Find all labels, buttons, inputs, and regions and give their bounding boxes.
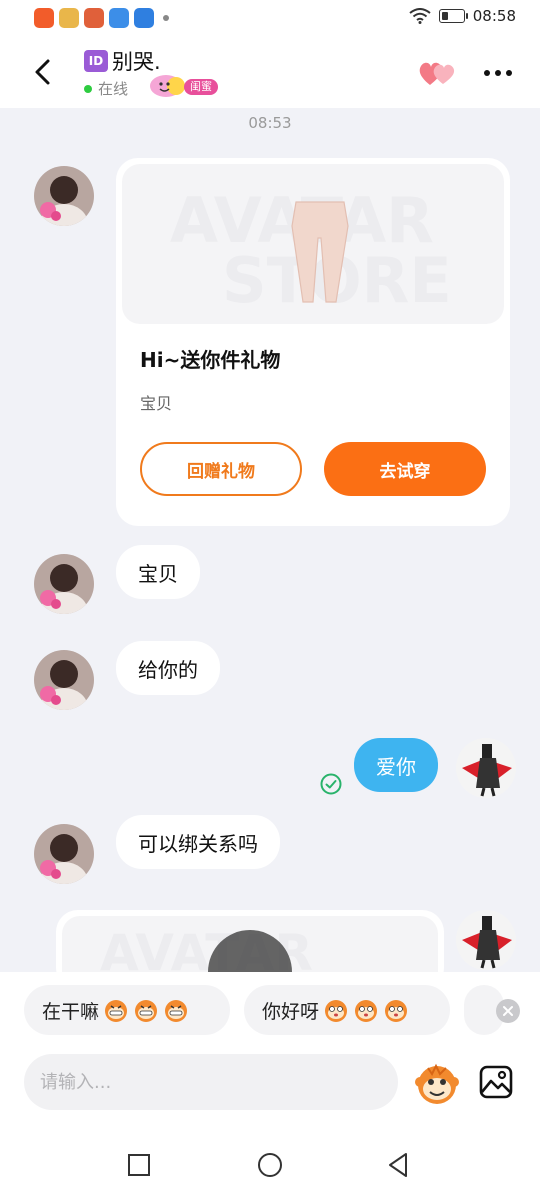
monkey-emoji-icon — [325, 1000, 348, 1022]
try-on-button[interactable]: 去试穿 — [324, 442, 486, 496]
contact-avatar[interactable] — [34, 554, 94, 614]
message-text: 可以绑关系吗 — [138, 831, 258, 856]
app-notification-icon — [34, 8, 54, 28]
back-button[interactable] — [22, 52, 62, 92]
monkey-emoji-icon — [165, 1000, 188, 1022]
message-timestamp: 08:53 — [248, 114, 292, 132]
monkey-emoji-button-icon[interactable] — [414, 1060, 460, 1106]
message-bubble[interactable]: 给你的 — [116, 641, 220, 695]
app-notification-icon — [84, 8, 104, 28]
gift-image: AVATAR STORE — [122, 164, 504, 324]
contact-avatar[interactable] — [34, 166, 94, 226]
more-options-button[interactable] — [480, 58, 516, 88]
status-time: 08:58 — [472, 7, 516, 25]
status-bar: 08:58 — [0, 0, 540, 36]
gift-preview-image: AVATAR STORE — [170, 184, 452, 317]
app-notification-icon — [109, 8, 129, 28]
quick-reply-text: 在干嘛 — [42, 1000, 100, 1023]
wifi-icon — [409, 8, 431, 24]
more-notifications-dot — [163, 15, 169, 21]
avatar-image — [456, 738, 516, 798]
message-bubble[interactable]: 可以绑关系吗 — [116, 815, 280, 869]
my-avatar[interactable] — [456, 910, 516, 970]
contact-name[interactable]: 别哭. — [112, 46, 161, 76]
online-status: 在线 — [84, 78, 128, 99]
message-text: 爱你 — [376, 754, 416, 779]
battery-icon — [438, 9, 468, 23]
monkey-emoji-icon — [355, 1000, 378, 1022]
message-input[interactable] — [24, 1054, 398, 1110]
my-message-bubble[interactable]: 爱你 — [354, 738, 438, 792]
close-icon — [503, 1006, 513, 1016]
avatar-image — [456, 910, 516, 970]
app-notification-icon — [134, 8, 154, 28]
return-gift-button[interactable]: 回赠礼物 — [140, 442, 302, 496]
chevron-left-icon — [35, 59, 50, 85]
message-text: 宝贝 — [138, 561, 178, 586]
chat-header: ID 别哭. 在线 闺蜜 — [0, 36, 540, 108]
home-circle-icon[interactable] — [255, 1150, 285, 1180]
app-notification-icon — [59, 8, 79, 28]
image-picker-icon[interactable] — [478, 1064, 514, 1100]
hearts-icon[interactable] — [418, 58, 456, 88]
notification-icons — [34, 8, 169, 28]
close-quick-replies-button[interactable] — [496, 999, 520, 1023]
gift-subtitle: 宝贝 — [140, 394, 173, 413]
smiling-face-icon — [150, 75, 185, 97]
online-dot-icon — [84, 84, 92, 93]
quick-reply-chip[interactable]: 在干嘛 — [24, 985, 230, 1035]
more-dot-icon — [484, 70, 490, 76]
recents-square-icon[interactable] — [124, 1150, 154, 1180]
message-bubble[interactable]: 宝贝 — [116, 545, 200, 599]
contact-avatar[interactable] — [34, 650, 94, 710]
avatar-image — [34, 650, 94, 710]
gift-card[interactable]: AVATAR STORE Hi~送你件礼物 宝贝 回赠礼物 去试穿 — [116, 158, 510, 526]
monkey-emoji-icon — [385, 1000, 408, 1022]
system-navigation-bar — [0, 1130, 540, 1200]
avatar-image — [34, 824, 94, 884]
back-triangle-icon[interactable] — [384, 1150, 414, 1180]
avatar-image — [34, 166, 94, 226]
gift-title: Hi~送你件礼物 — [140, 348, 281, 372]
quick-reply-chip[interactable]: 你好呀 — [244, 985, 450, 1035]
monkey-emoji-icon — [105, 1000, 128, 1022]
relationship-label: 闺蜜 — [184, 79, 218, 95]
more-dot-icon — [506, 70, 512, 76]
read-check-icon — [320, 773, 342, 795]
avatar-image — [34, 554, 94, 614]
quick-reply-text: 你好呀 — [262, 1000, 320, 1023]
relationship-badge[interactable]: 闺蜜 — [146, 74, 222, 98]
more-dot-icon — [495, 70, 501, 76]
contact-avatar[interactable] — [34, 824, 94, 884]
my-avatar[interactable] — [456, 738, 516, 798]
id-badge: ID — [84, 50, 108, 72]
message-text: 给你的 — [138, 657, 198, 682]
monkey-emoji-icon — [135, 1000, 158, 1022]
online-status-label: 在线 — [98, 80, 129, 98]
